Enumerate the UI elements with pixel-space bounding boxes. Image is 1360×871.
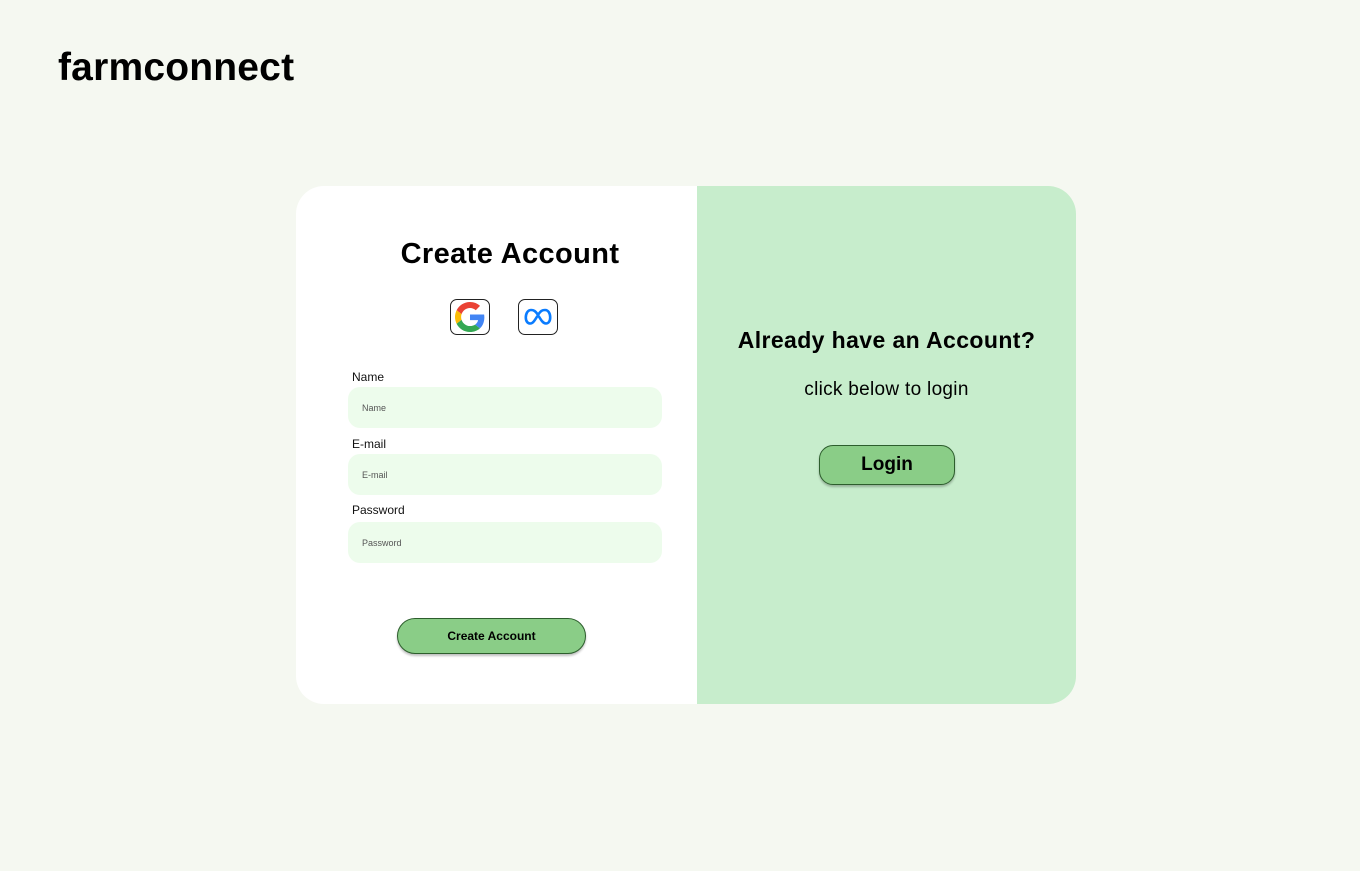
meta-icon: [524, 308, 552, 325]
login-panel: Already have an Account? click below to …: [697, 186, 1076, 704]
email-label: E-mail: [352, 437, 387, 451]
login-heading: Already have an Account?: [737, 327, 1036, 353]
login-subtext: click below to login: [804, 379, 969, 400]
name-input[interactable]: [348, 387, 662, 428]
signup-title: Create Account: [400, 238, 620, 270]
login-button[interactable]: Login: [819, 445, 955, 485]
name-label: Name: [352, 370, 385, 384]
google-signin-button[interactable]: [450, 299, 490, 335]
email-input[interactable]: [348, 454, 662, 495]
meta-signin-button[interactable]: [518, 299, 558, 335]
create-account-button[interactable]: Create Account: [397, 618, 586, 654]
app-logo: farmconnect: [58, 46, 295, 89]
auth-card: Create Account Name E-mail Password Crea…: [296, 186, 1076, 704]
google-icon: [455, 302, 485, 332]
password-input[interactable]: [348, 522, 662, 563]
password-label: Password: [352, 503, 405, 517]
signup-panel: Create Account Name E-mail Password Crea…: [296, 186, 697, 704]
